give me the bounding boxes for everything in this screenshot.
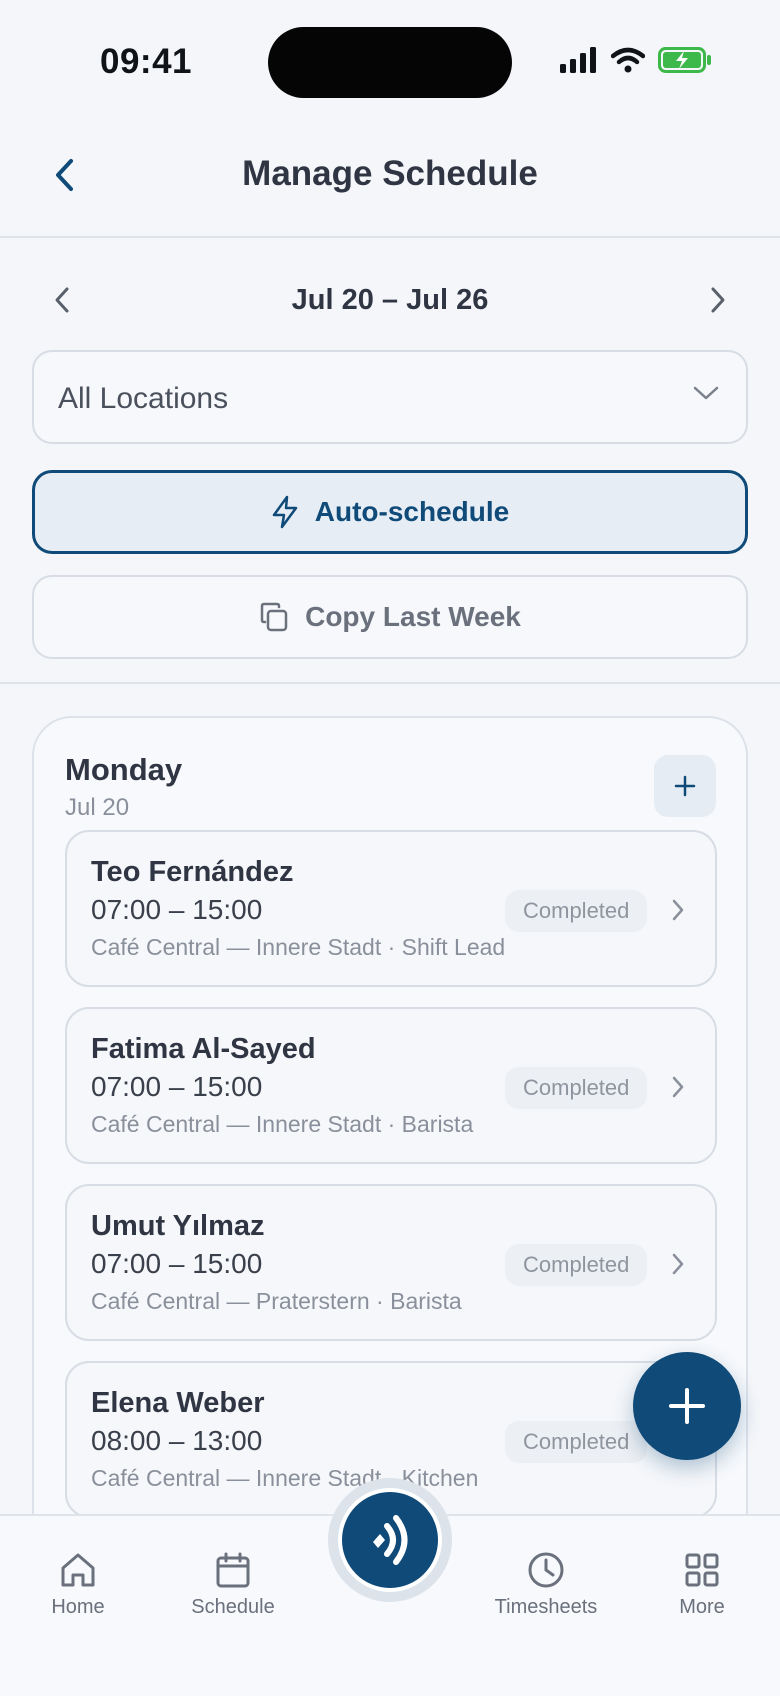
status-badge: Completed (505, 1421, 648, 1463)
next-week-button[interactable] (698, 280, 738, 320)
shift-hours: 08:00 – 13:00 (91, 1425, 263, 1456)
status-icons (560, 47, 712, 73)
tab-home[interactable]: Home (18, 1550, 138, 1619)
tab-timesheets-label: Timesheets (494, 1596, 598, 1618)
voice-button-ring (328, 1478, 452, 1602)
tab-more-label: More (679, 1596, 725, 1618)
grid-icon (685, 1553, 719, 1587)
clock-icon (528, 1552, 564, 1588)
shift-employee-name: Teo Fernández (91, 856, 294, 888)
copy-last-week-label: Copy Last Week (305, 601, 521, 632)
status-bar: 09:41 (0, 0, 780, 120)
copy-last-week-button[interactable]: Copy Last Week (32, 575, 748, 659)
copy-icon (260, 602, 288, 632)
tab-home-label: Home (51, 1596, 105, 1618)
chevron-down-icon (693, 386, 719, 400)
chevron-right-icon (672, 1076, 684, 1098)
week-range-label: Jul 20 – Jul 26 (291, 284, 489, 316)
voice-icon (373, 1515, 408, 1565)
add-shift-button[interactable] (654, 755, 716, 817)
shift-hours: 07:00 – 15:00 (91, 894, 263, 925)
home-icon (61, 1553, 95, 1587)
shift-row[interactable]: Umut Yılmaz 07:00 – 15:00 Café Central —… (65, 1184, 717, 1341)
chevron-right-icon (672, 899, 684, 921)
plus-icon (674, 775, 696, 797)
shift-employee-name: Fatima Al-Sayed (91, 1033, 316, 1065)
status-badge: Completed (505, 890, 648, 932)
shift-employee-name: Elena Weber (91, 1387, 265, 1419)
tab-schedule[interactable]: Schedule (173, 1550, 293, 1619)
status-time: 09:41 (100, 42, 193, 81)
wifi-icon (611, 47, 645, 73)
tab-timesheets[interactable]: Timesheets (486, 1550, 606, 1619)
tab-schedule-label: Schedule (191, 1596, 275, 1618)
shift-location-role: Café Central — Praterstern · Barista (91, 1288, 462, 1314)
shift-location-role: Café Central — Innere Stadt · Barista (91, 1111, 474, 1137)
shift-row[interactable]: Teo Fernández 07:00 – 15:00 Café Central… (65, 830, 717, 987)
location-select[interactable]: All Locations (32, 350, 748, 444)
header: Manage Schedule (0, 120, 780, 238)
day-date: Jul 20 (65, 794, 130, 821)
voice-button[interactable] (338, 1488, 442, 1592)
auto-schedule-button[interactable]: Auto-schedule (32, 470, 748, 554)
bolt-icon (272, 495, 298, 529)
page-title: Manage Schedule (242, 154, 538, 193)
shift-hours: 07:00 – 15:00 (91, 1248, 263, 1279)
shift-location-role: Café Central — Innere Stadt · Shift Lead (91, 934, 506, 960)
status-badge: Completed (505, 1244, 648, 1286)
signal-icon (560, 47, 596, 73)
auto-schedule-label: Auto-schedule (314, 496, 510, 527)
calendar-icon (216, 1552, 250, 1588)
tab-more[interactable]: More (642, 1550, 762, 1619)
chevron-right-icon (711, 287, 725, 313)
week-navigator: Jul 20 – Jul 26 (32, 274, 748, 326)
add-fab-button[interactable] (633, 1352, 741, 1460)
status-badge: Completed (505, 1067, 648, 1109)
dynamic-island (268, 27, 512, 98)
shift-hours: 07:00 – 15:00 (91, 1071, 263, 1102)
day-name: Monday (65, 752, 183, 787)
plus-icon (669, 1388, 705, 1424)
battery-icon (658, 47, 711, 73)
shift-employee-name: Umut Yılmaz (91, 1210, 265, 1242)
schedule-controls: Jul 20 – Jul 26 All Locations Auto-sched… (0, 240, 780, 684)
location-select-value: All Locations (58, 382, 229, 415)
shift-row[interactable]: Fatima Al-Sayed 07:00 – 15:00 Café Centr… (65, 1007, 717, 1164)
chevron-right-icon (672, 1253, 684, 1275)
